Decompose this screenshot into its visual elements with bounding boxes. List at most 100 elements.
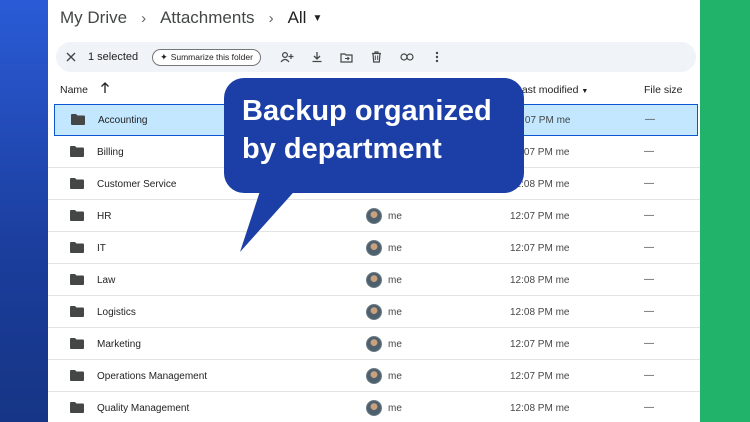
- download-button[interactable]: [305, 45, 329, 69]
- owner-name: me: [388, 242, 402, 254]
- chevron-right-icon: ›: [268, 9, 274, 27]
- folder-icon: [70, 146, 84, 160]
- folder-row[interactable]: Operations Management me 12:07 PM me —: [48, 360, 700, 392]
- sparkle-icon: ✦: [160, 51, 168, 62]
- column-name[interactable]: Name: [60, 84, 88, 96]
- avatar: [366, 240, 382, 256]
- delete-button[interactable]: [365, 45, 389, 69]
- callout-line-2: by department: [242, 133, 442, 165]
- owner-cell: me: [366, 304, 402, 320]
- summarize-label: Summarize this folder: [170, 52, 253, 62]
- last-modified: 12:07 PM me: [510, 371, 570, 382]
- download-icon: [312, 52, 322, 63]
- callout-line-1: Backup organized: [242, 95, 492, 127]
- owner-cell: me: [366, 368, 402, 384]
- breadcrumb-my-drive[interactable]: My Drive: [60, 8, 127, 28]
- folder-name: Operations Management: [97, 371, 208, 382]
- file-size: —: [644, 210, 654, 221]
- owner-cell: me: [366, 336, 402, 352]
- last-modified: 12:07 PM me: [510, 339, 570, 350]
- folder-name: Marketing: [97, 339, 141, 350]
- chevron-right-icon: ›: [141, 9, 147, 27]
- callout-bubble: Backup organized by department: [224, 78, 524, 193]
- breadcrumb-attachments[interactable]: Attachments: [160, 8, 255, 28]
- last-modified: 12:08 PM me: [510, 307, 570, 318]
- file-size: —: [644, 402, 654, 413]
- column-file-size[interactable]: File size: [644, 84, 683, 96]
- avatar: [366, 336, 382, 352]
- last-modified: 12:08 PM me: [510, 275, 570, 286]
- column-last-modified[interactable]: Last modified ▼: [516, 84, 588, 96]
- owner-name: me: [388, 370, 402, 382]
- owner-cell: me: [366, 208, 402, 224]
- breadcrumb: My Drive › Attachments › All ▼: [60, 6, 322, 30]
- folder-name: Quality Management: [97, 403, 190, 414]
- owner-name: me: [388, 306, 402, 318]
- summarize-folder-button[interactable]: ✦ Summarize this folder: [152, 48, 261, 66]
- clear-selection-button[interactable]: [58, 44, 84, 70]
- folder-name: Billing: [97, 147, 124, 158]
- last-modified: 12:07 PM me: [510, 211, 570, 222]
- avatar: [366, 400, 382, 416]
- copy-link-button[interactable]: [395, 45, 419, 69]
- move-folder-icon: [340, 52, 354, 63]
- last-modified: 12:07 PM me: [510, 243, 570, 254]
- owner-cell: me: [366, 272, 402, 288]
- folder-row[interactable]: IT me 12:07 PM me —: [48, 232, 700, 264]
- caret-down-icon[interactable]: ▼: [312, 13, 322, 24]
- folder-icon: [70, 370, 84, 384]
- owner-cell: me: [366, 400, 402, 416]
- folder-row[interactable]: HR me 12:07 PM me —: [48, 200, 700, 232]
- file-size: —: [644, 274, 654, 285]
- last-modified: 12:08 PM me: [510, 403, 570, 414]
- left-background: [0, 0, 48, 422]
- link-icon: [400, 53, 414, 61]
- folder-row[interactable]: Quality Management me 12:08 PM me —: [48, 392, 700, 422]
- owner-cell: me: [366, 240, 402, 256]
- folder-name: Logistics: [97, 307, 136, 318]
- folder-icon: [70, 178, 84, 192]
- column-last-modified-label: Last modified: [516, 84, 579, 96]
- folder-icon: [70, 402, 84, 416]
- file-size: —: [644, 338, 654, 349]
- avatar: [366, 304, 382, 320]
- folder-icon: [70, 306, 84, 320]
- folder-icon: [70, 210, 84, 224]
- selected-count: 1 selected: [88, 51, 139, 63]
- folder-name: Law: [97, 275, 116, 286]
- owner-name: me: [388, 402, 402, 414]
- folder-icon: [70, 338, 84, 352]
- caret-down-icon: ▼: [581, 88, 589, 95]
- folder-name: Accounting: [98, 115, 148, 126]
- file-size: —: [644, 306, 654, 317]
- share-button[interactable]: [275, 45, 299, 69]
- folder-row[interactable]: Marketing me 12:07 PM me —: [48, 328, 700, 360]
- more-vert-icon: [435, 51, 439, 63]
- drive-file-panel: My Drive › Attachments › All ▼ 1 selecte…: [48, 0, 700, 422]
- file-size: —: [644, 370, 654, 381]
- folder-row[interactable]: Logistics me 12:08 PM me —: [48, 296, 700, 328]
- trash-icon: [372, 51, 382, 63]
- owner-name: me: [388, 210, 402, 222]
- avatar: [366, 272, 382, 288]
- add-person-icon: [280, 51, 294, 63]
- file-size: —: [644, 242, 654, 253]
- sort-arrow-up-icon[interactable]: [100, 82, 110, 97]
- avatar: [366, 208, 382, 224]
- right-background: [700, 0, 750, 422]
- folder-name: IT: [97, 243, 106, 254]
- file-size: —: [644, 146, 654, 157]
- folder-icon: [71, 114, 85, 128]
- folder-name: HR: [97, 211, 112, 222]
- folder-name: Customer Service: [97, 179, 177, 190]
- folder-icon: [70, 242, 84, 256]
- close-icon: [66, 52, 76, 62]
- folder-row[interactable]: Law me 12:08 PM me —: [48, 264, 700, 296]
- breadcrumb-current[interactable]: All: [288, 8, 307, 28]
- more-actions-button[interactable]: [425, 45, 449, 69]
- file-size: —: [644, 178, 654, 189]
- move-button[interactable]: [335, 45, 359, 69]
- selection-toolbar: 1 selected ✦ Summarize this folder: [56, 42, 696, 72]
- avatar: [366, 368, 382, 384]
- file-size: —: [645, 114, 655, 125]
